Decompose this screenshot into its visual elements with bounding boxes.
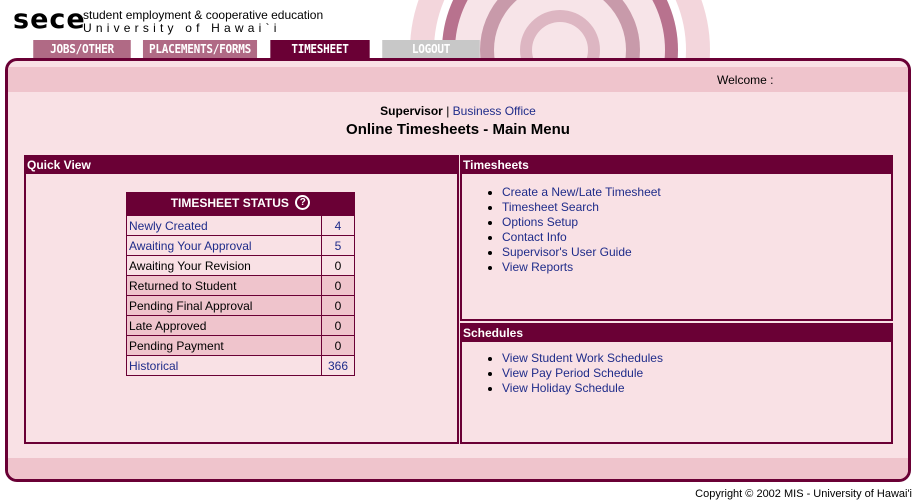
menu-item-pay-period-schedule[interactable]: View Pay Period Schedule (488, 366, 663, 381)
schedules-header: Schedules (462, 325, 891, 342)
status-count: 0 (321, 315, 355, 336)
status-label: Pending Final Approval (126, 295, 322, 316)
timesheets-panel: Timesheets Create a New/Late Timesheet T… (460, 155, 893, 321)
status-label: Returned to Student (126, 275, 322, 296)
status-label[interactable]: Awaiting Your Approval (126, 235, 322, 256)
bottom-bar (8, 458, 908, 479)
role-switcher: Supervisor | Business Office (8, 104, 908, 118)
logo-university: University of Hawai`i (83, 21, 281, 35)
quick-view-header: Quick View (26, 157, 457, 174)
status-count[interactable]: 4 (321, 215, 355, 236)
bullet-icon (488, 357, 492, 361)
current-role: Supervisor (380, 104, 443, 118)
menu-item-label[interactable]: Supervisor's User Guide (502, 245, 632, 259)
timesheets-header: Timesheets (462, 157, 891, 174)
status-count: 0 (321, 275, 355, 296)
bullet-icon (488, 251, 492, 255)
tab-logout[interactable]: LOGOUT (382, 40, 480, 58)
status-count: 0 (321, 295, 355, 316)
help-icon[interactable]: ? (295, 194, 311, 210)
menu-item-label[interactable]: Contact Info (502, 230, 567, 244)
status-table-title: TIMESHEET STATUS (170, 196, 289, 211)
timesheet-status-table: TIMESHEET STATUS ? Newly Created 4 Await… (126, 192, 355, 376)
business-office-link[interactable]: Business Office (453, 104, 536, 118)
menu-item-label[interactable]: Options Setup (502, 215, 578, 229)
menu-item-view-reports[interactable]: View Reports (488, 260, 661, 275)
status-label[interactable]: Newly Created (126, 215, 322, 236)
bullet-icon (488, 191, 492, 195)
bullet-icon (488, 221, 492, 225)
bullet-icon (488, 387, 492, 391)
status-label: Awaiting Your Revision (126, 255, 322, 276)
status-row-returned: Returned to Student 0 (126, 275, 355, 296)
content-area: Welcome : Supervisor | Business Office O… (8, 61, 908, 479)
menu-item-options-setup[interactable]: Options Setup (488, 215, 661, 230)
menu-item-holiday-schedule[interactable]: View Holiday Schedule (488, 381, 663, 396)
status-row-pending-payment: Pending Payment 0 (126, 335, 355, 356)
status-label: Late Approved (126, 315, 322, 336)
tab-jobs-other[interactable]: JOBS/OTHER (33, 40, 131, 58)
quick-view-panel: Quick View TIMESHEET STATUS ? Newly Crea… (24, 155, 459, 444)
status-count: 0 (321, 255, 355, 276)
logo-mark: sece (13, 4, 86, 35)
menu-item-label[interactable]: View Reports (502, 260, 573, 274)
bullet-icon (488, 236, 492, 240)
status-row-pending-final: Pending Final Approval 0 (126, 295, 355, 316)
status-row-late-approved: Late Approved 0 (126, 315, 355, 336)
tab-timesheet[interactable]: TIMESHEET (270, 40, 370, 58)
status-count: 0 (321, 335, 355, 356)
menu-item-label[interactable]: View Holiday Schedule (502, 381, 625, 395)
menu-item-work-schedules[interactable]: View Student Work Schedules (488, 351, 663, 366)
schedules-menu: View Student Work Schedules View Pay Per… (488, 351, 663, 396)
content-frame: Welcome : Supervisor | Business Office O… (5, 58, 911, 482)
bullet-icon (488, 206, 492, 210)
status-row-historical[interactable]: Historical 366 (126, 355, 355, 376)
menu-item-label[interactable]: View Student Work Schedules (502, 351, 663, 365)
status-label[interactable]: Historical (126, 355, 322, 376)
menu-item-timesheet-search[interactable]: Timesheet Search (488, 200, 661, 215)
role-separator: | (446, 104, 450, 118)
copyright-footer: Copyright © 2002 MIS - University of Haw… (695, 488, 912, 500)
bullet-icon (488, 372, 492, 376)
page-title: Online Timesheets - Main Menu (346, 121, 570, 138)
welcome-text: Welcome : (717, 73, 774, 87)
status-row-newly-created[interactable]: Newly Created 4 (126, 215, 355, 236)
status-count[interactable]: 366 (321, 355, 355, 376)
welcome-bar: Welcome : (8, 67, 908, 92)
status-row-awaiting-revision: Awaiting Your Revision 0 (126, 255, 355, 276)
menu-item-user-guide[interactable]: Supervisor's User Guide (488, 245, 661, 260)
menu-item-label[interactable]: Create a New/Late Timesheet (502, 185, 661, 199)
timesheets-menu: Create a New/Late Timesheet Timesheet Se… (488, 185, 661, 275)
status-row-awaiting-approval[interactable]: Awaiting Your Approval 5 (126, 235, 355, 256)
menu-item-label[interactable]: View Pay Period Schedule (502, 366, 643, 380)
bullet-icon (488, 266, 492, 270)
status-label: Pending Payment (126, 335, 322, 356)
menu-item-contact-info[interactable]: Contact Info (488, 230, 661, 245)
menu-item-label[interactable]: Timesheet Search (502, 200, 599, 214)
menu-item-create-timesheet[interactable]: Create a New/Late Timesheet (488, 185, 661, 200)
schedules-panel: Schedules View Student Work Schedules Vi… (460, 323, 893, 444)
tab-placements-forms[interactable]: PLACEMENTS/FORMS (142, 40, 258, 58)
status-count[interactable]: 5 (321, 235, 355, 256)
status-table-header: TIMESHEET STATUS ? (126, 192, 355, 216)
